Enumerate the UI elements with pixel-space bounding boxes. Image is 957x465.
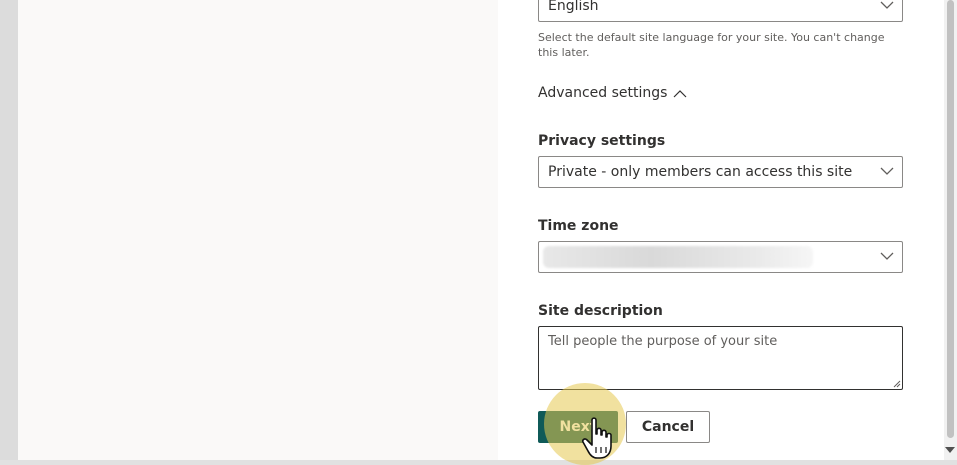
window-edge	[0, 0, 18, 460]
privacy-settings-label: Privacy settings	[538, 133, 666, 149]
create-site-panel: English Select the default site language…	[498, 0, 944, 460]
advanced-settings-label: Advanced settings	[538, 85, 668, 101]
language-hint: Select the default site language for you…	[538, 31, 885, 59]
background-pane	[18, 0, 498, 460]
scroll-down-arrow-icon[interactable]	[945, 447, 955, 453]
resize-handle-icon[interactable]	[892, 379, 901, 388]
time-zone-label: Time zone	[538, 218, 619, 234]
advanced-settings-toggle[interactable]: Advanced settings	[538, 85, 687, 101]
scrollbar-thumb[interactable]	[947, 0, 954, 438]
next-button[interactable]: Next	[538, 411, 618, 443]
site-description-input[interactable]: Tell people the purpose of your site	[538, 326, 903, 390]
site-description-placeholder: Tell people the purpose of your site	[548, 334, 778, 349]
vertical-scrollbar[interactable]	[944, 0, 957, 460]
privacy-settings-value: Private - only members can access this s…	[548, 164, 853, 180]
privacy-settings-select[interactable]: Private - only members can access this s…	[538, 156, 903, 188]
chevron-down-icon	[880, 1, 894, 9]
time-zone-select[interactable]	[538, 241, 903, 273]
cancel-button[interactable]: Cancel	[626, 411, 710, 443]
chevron-up-icon	[674, 90, 687, 98]
language-select[interactable]: English	[538, 0, 903, 22]
time-zone-value-redacted	[543, 246, 813, 268]
site-description-label: Site description	[538, 303, 663, 319]
language-select-value: English	[548, 0, 599, 14]
chevron-down-icon	[880, 167, 894, 175]
chevron-down-icon	[880, 252, 894, 260]
